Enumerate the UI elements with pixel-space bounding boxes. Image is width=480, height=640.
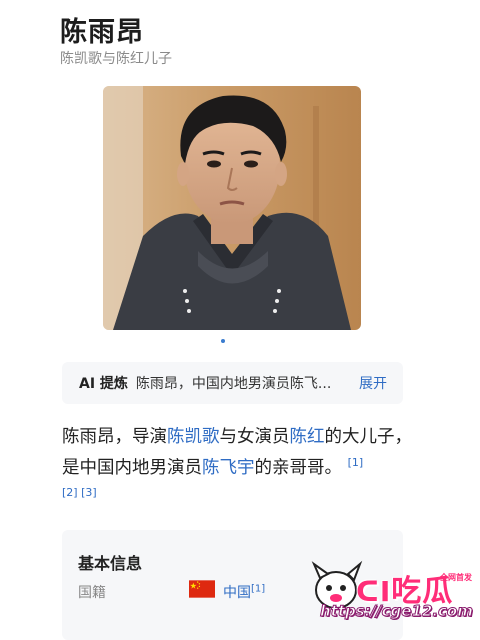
- ai-summary-tag: AI 提炼: [79, 376, 128, 392]
- portrait-image: [103, 86, 361, 330]
- intro-paragraph: 陈雨昂，导演陈凯歌与女演员陈红的大儿子，是中国内地男演员陈飞宇的亲哥哥。 [1]…: [62, 422, 414, 502]
- ai-summary-bar[interactable]: AI 提炼 陈雨昂，中国内地男演员陈飞... 展开: [62, 362, 403, 404]
- carousel-dot-active[interactable]: [221, 339, 225, 343]
- citation-ref-2[interactable]: [2]: [62, 486, 78, 499]
- watermark: ᑕI吃瓜 全网首发 https://cge12.com: [300, 556, 476, 630]
- link-chen-feiyu[interactable]: 陈飞宇: [202, 458, 255, 478]
- profile-photo[interactable]: [103, 86, 361, 330]
- citation-ref-3[interactable]: [3]: [81, 486, 97, 499]
- intro-text: 与女演员: [219, 427, 290, 447]
- intro-text: 陈雨昂，导演: [62, 427, 167, 447]
- intro-text: 的亲哥哥。: [254, 458, 343, 478]
- link-chen-hong[interactable]: 陈红: [290, 427, 325, 447]
- nationality-ref[interactable]: [1]: [251, 583, 265, 594]
- page-title: 陈雨昂: [60, 17, 144, 48]
- citation-ref-1[interactable]: [1]: [348, 456, 364, 469]
- baike-page: 陈雨昂 陈凯歌与陈红儿子 AI 提炼 陈雨昂，中国内地男演员陈飞... 展开 陈…: [0, 0, 480, 640]
- carousel-indicator[interactable]: [213, 339, 233, 347]
- page-subtitle: 陈凯歌与陈红儿子: [60, 51, 172, 67]
- watermark-url: https://cge12.com: [320, 602, 474, 621]
- citation-refs-row: [2] [3]: [62, 484, 414, 502]
- nationality-link[interactable]: 中国: [223, 585, 251, 601]
- watermark-tag: 全网首发: [440, 573, 472, 582]
- nationality-label: 国籍: [78, 585, 106, 601]
- link-chen-kaige[interactable]: 陈凯歌: [167, 427, 220, 447]
- china-flag-icon: [189, 580, 215, 598]
- nationality-value: 中国[1]: [223, 582, 265, 602]
- ai-summary-text: 陈雨昂，中国内地男演员陈飞...: [135, 376, 332, 392]
- basic-info-title: 基本信息: [78, 554, 143, 573]
- expand-button[interactable]: 展开: [359, 373, 387, 393]
